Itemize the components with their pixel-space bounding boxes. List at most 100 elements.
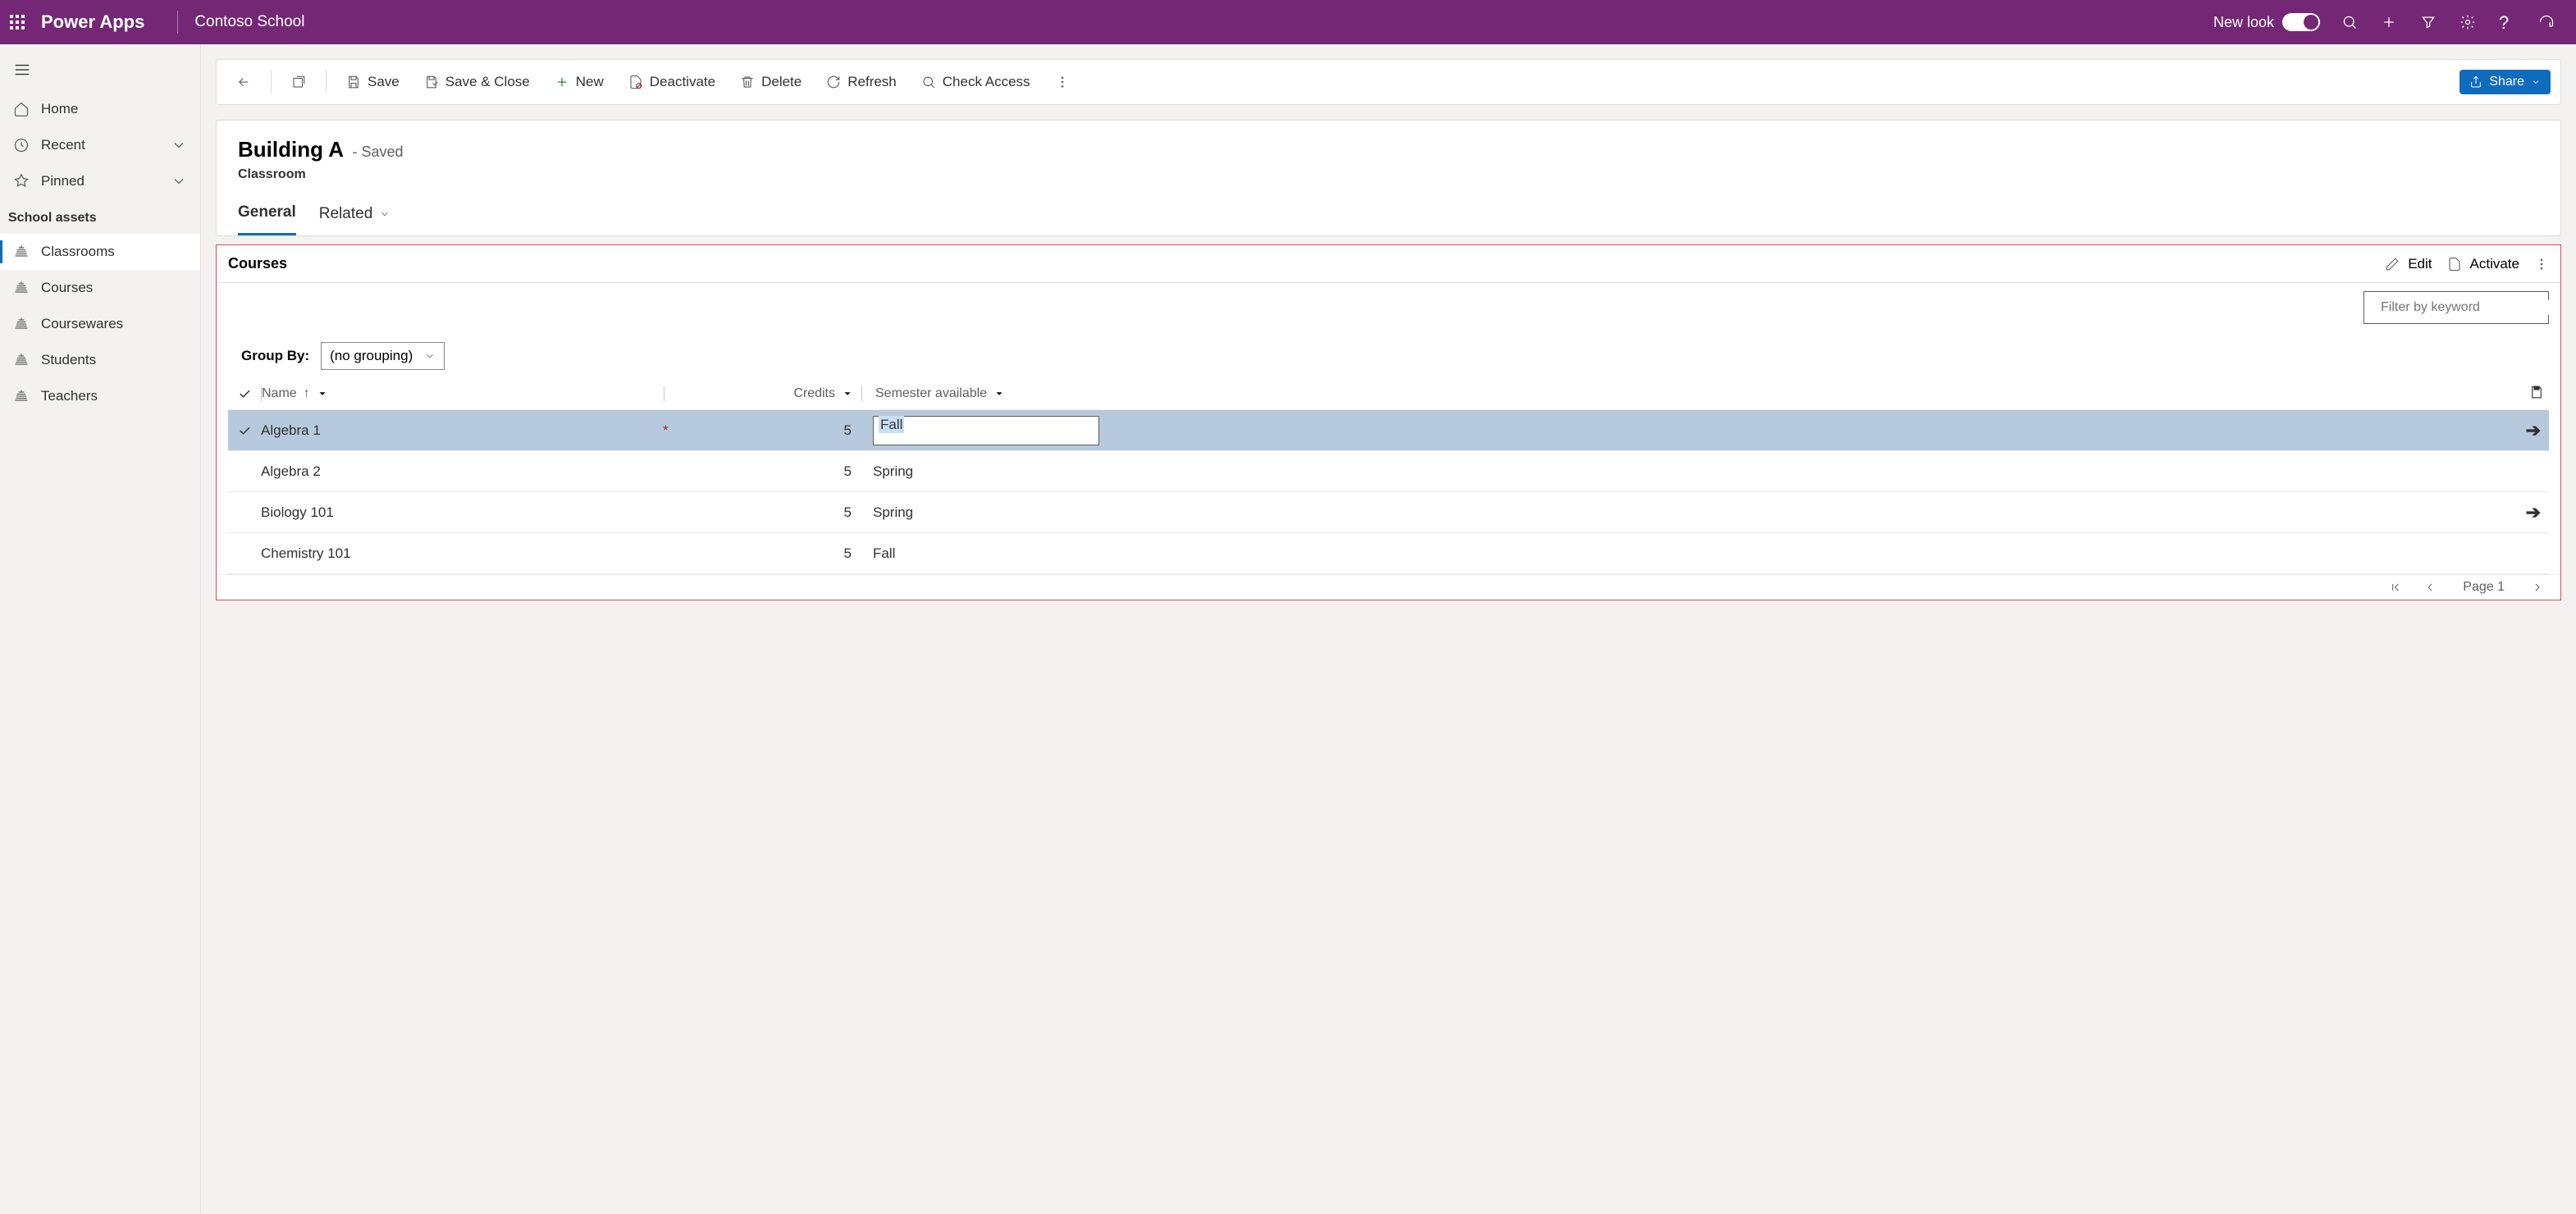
table-row[interactable]: Biology 101 5 Spring ➔ [228,491,2549,532]
sort-asc-icon: ↑ [304,386,310,401]
page-label: Page 1 [2463,580,2505,595]
cell-credits[interactable]: 5 [663,422,860,439]
back-button[interactable] [226,68,261,96]
nav-label: Teachers [41,388,98,404]
add-icon[interactable] [2369,0,2409,44]
cell-credits[interactable]: 5 [663,545,860,562]
cell-credits[interactable]: 5 [663,463,860,480]
settings-icon[interactable] [2448,0,2487,44]
cell-semester[interactable]: Spring [860,504,2516,521]
subgrid-title: Courses [228,255,287,272]
share-button[interactable]: Share [2460,70,2551,94]
save-label: Save [368,74,400,90]
nav-courses[interactable]: Courses [0,270,200,306]
share-label: Share [2489,75,2524,89]
assistant-icon[interactable] [2527,0,2566,44]
activate-button[interactable]: Activate [2447,256,2519,272]
table-row[interactable]: Algebra 2 5 Spring [228,450,2549,491]
refresh-button[interactable]: Refresh [816,67,907,97]
groupby-select[interactable]: (no grouping) [321,342,445,370]
cell-name[interactable]: Algebra 1 [261,422,663,439]
chevron-down-icon [993,388,1005,399]
check-access-label: Check Access [943,74,1030,90]
nav-classrooms[interactable]: Classrooms [0,234,200,270]
select-all[interactable] [228,386,261,401]
delete-button[interactable]: Delete [730,67,811,97]
filter-icon[interactable] [2409,0,2448,44]
grid-header-row: Name↑ Credits Semester available [228,378,2549,409]
groupby-control: Group By: (no grouping) [217,324,2560,378]
new-button[interactable]: New [545,67,614,97]
nav-teachers[interactable]: Teachers [0,378,200,414]
cell-credits[interactable]: 5 [663,504,860,521]
cell-name[interactable]: Biology 101 [261,504,663,521]
table-row[interactable]: Algebra 1 * 5 Fall ➔ [228,409,2549,450]
chevron-down-icon [317,388,328,399]
col-credits-header[interactable]: Credits [665,386,861,401]
cell-name[interactable]: Algebra 2 [261,463,663,480]
activate-icon [2447,257,2462,272]
separator [271,70,272,94]
tab-related[interactable]: Related [319,203,391,235]
save-column-icon[interactable] [2529,385,2544,404]
pager-prev-icon[interactable] [2423,581,2437,594]
delete-icon [740,75,755,89]
search-icon[interactable] [2330,0,2369,44]
cell-semester[interactable]: Fall [860,416,2516,445]
deactivate-label: Deactivate [650,74,715,90]
chevron-down-icon [2531,77,2541,87]
edit-button[interactable]: Edit [2385,256,2432,272]
share-icon [2469,75,2482,89]
cell-semester[interactable]: Spring [860,463,2516,480]
table-row[interactable]: Chemistry 101 5 Fall [228,532,2549,573]
environment-name[interactable]: Contoso School [194,13,304,31]
new-look-label: New look [2213,14,2274,31]
tab-general[interactable]: General [238,203,296,235]
nav-pinned[interactable]: Pinned [0,163,200,199]
app-header: Power Apps Contoso School New look ? [0,0,2576,44]
save-close-button[interactable]: Save & Close [414,67,540,97]
nav-label: Recent [41,137,85,153]
courses-subgrid: Courses Edit Activate Group By: (no grou… [216,244,2561,600]
open-new-window-button[interactable] [281,68,316,96]
save-button[interactable]: Save [336,67,409,97]
chevron-down-icon [171,137,187,153]
collapse-nav-icon[interactable] [0,52,200,91]
app-launcher-icon[interactable] [10,15,25,30]
command-bar: Save Save & Close New Deactivate Delete … [216,59,2561,105]
nav-students[interactable]: Students [0,342,200,378]
plus-icon [555,75,569,89]
nav-home[interactable]: Home [0,91,200,127]
overflow-button[interactable] [1045,68,1080,96]
app-title: Power Apps [41,11,144,33]
filter-keyword-input[interactable] [2364,291,2549,324]
toggle-switch[interactable] [2282,13,2320,31]
nav-recent[interactable]: Recent [0,127,200,163]
filter-input[interactable] [2381,300,2551,315]
subgrid-overflow[interactable] [2534,257,2549,272]
required-indicator: * [663,422,669,439]
new-look-toggle[interactable]: New look [2213,13,2320,31]
cell-name[interactable]: Chemistry 101 [261,545,663,562]
col-semester-header[interactable]: Semester available [862,386,2516,401]
pager-next-icon[interactable] [2531,581,2544,594]
row-open-arrow-icon[interactable]: ➔ [2526,502,2541,523]
left-navigation: Home Recent Pinned School assets Classro… [0,44,201,1214]
save-close-icon [424,75,439,89]
chevron-down-icon [424,350,436,362]
row-open-arrow-icon[interactable]: ➔ [2526,420,2541,441]
more-vertical-icon [2534,257,2549,272]
col-name-header[interactable]: Name↑ [262,386,664,401]
chevron-down-icon [171,173,187,189]
semester-edit-input[interactable]: Fall [873,416,1099,445]
check-access-button[interactable]: Check Access [911,67,1040,97]
cell-semester[interactable]: Fall [860,545,2516,562]
header-divider [177,11,178,34]
nav-coursewares[interactable]: Coursewares [0,306,200,342]
save-icon [346,75,361,89]
deactivate-button[interactable]: Deactivate [619,67,725,97]
row-check-icon [237,423,252,438]
help-icon[interactable]: ? [2487,0,2527,44]
pager-first-icon[interactable] [2389,581,2402,594]
record-header: Building A - Saved Classroom General Rel… [216,120,2561,236]
